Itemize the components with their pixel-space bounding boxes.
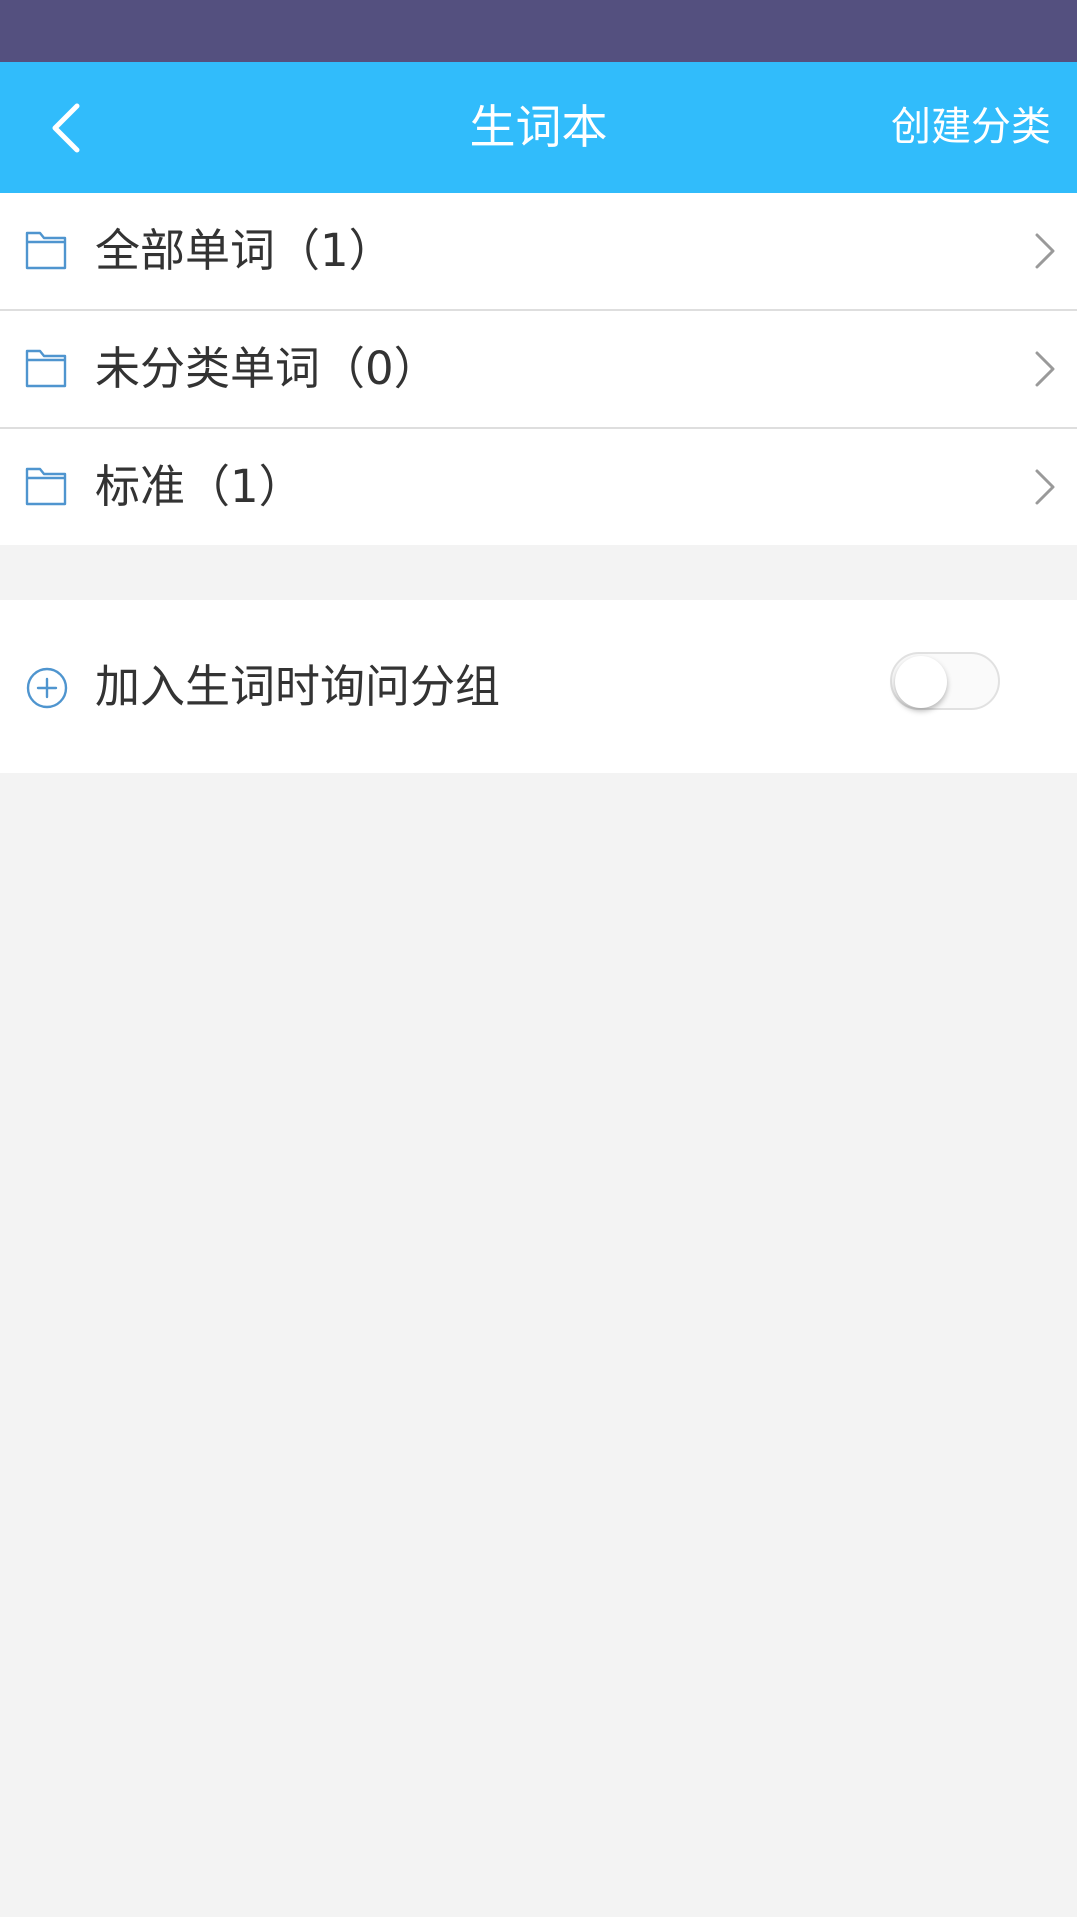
plus-circle-icon <box>26 667 68 709</box>
chevron-right-icon <box>1035 469 1055 505</box>
toggle-knob[interactable] <box>895 656 947 708</box>
status-bar <box>0 0 1077 62</box>
chevron-right-icon <box>1035 351 1055 387</box>
chevron-right-icon <box>1035 233 1055 269</box>
folder-icon <box>25 349 67 388</box>
category-label: 未分类单词（0） <box>95 342 439 395</box>
chevron-left-icon <box>52 103 80 153</box>
category-row-all-words[interactable]: 全部单词（1） <box>0 193 1077 311</box>
folder-icon <box>25 467 67 506</box>
ask-group-toggle[interactable] <box>890 652 1000 710</box>
category-label: 全部单词（1） <box>95 224 394 277</box>
app-bar: 生词本 创建分类 <box>0 62 1077 193</box>
back-button[interactable] <box>36 84 96 172</box>
ask-group-label: 加入生词时询问分组 <box>95 660 501 713</box>
category-list: 全部单词（1） 未分类单词（0） 标准（1） <box>0 193 1077 545</box>
category-label: 标准（1） <box>95 460 304 513</box>
folder-icon <box>25 231 67 270</box>
category-row-uncategorized[interactable]: 未分类单词（0） <box>0 311 1077 429</box>
create-category-button[interactable]: 创建分类 <box>891 62 1051 193</box>
ask-group-setting-row: 加入生词时询问分组 <box>0 600 1077 773</box>
category-row-standard[interactable]: 标准（1） <box>0 429 1077 545</box>
